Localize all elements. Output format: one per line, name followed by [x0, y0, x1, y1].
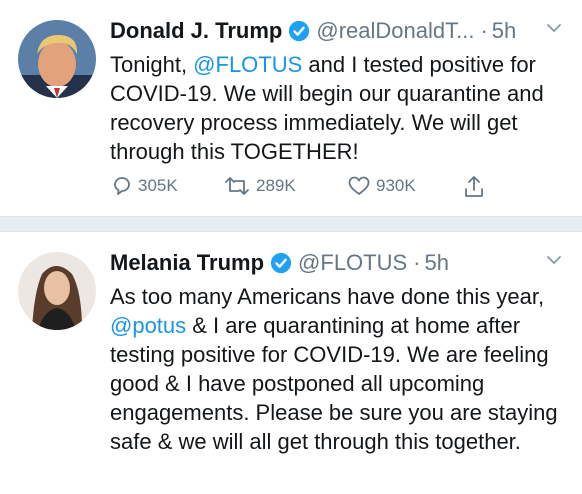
user-handle[interactable]: @realDonaldT...: [316, 18, 474, 44]
display-name[interactable]: Donald J. Trump: [110, 18, 282, 44]
avatar-trump[interactable]: [18, 20, 96, 98]
chevron-down-icon[interactable]: [546, 254, 562, 266]
share-icon: [465, 176, 483, 197]
verified-badge-icon: [289, 20, 310, 42]
separator-dot: ·: [480, 18, 488, 43]
tweet-flotus[interactable]: Melania Trump @FLOTUS · 5h As too many A…: [0, 232, 582, 494]
user-handle[interactable]: @FLOTUS: [298, 250, 407, 276]
timestamp[interactable]: 5h: [492, 18, 516, 44]
tweet-text: As too many Americans have done this yea…: [110, 282, 568, 456]
separator-dot: ·: [413, 250, 421, 275]
mention-link[interactable]: @FLOTUS: [193, 52, 302, 77]
retweet-button[interactable]: 289K: [222, 174, 296, 198]
retweet-icon: [225, 177, 249, 195]
mention-link[interactable]: @potus: [110, 313, 186, 338]
heart-icon: [348, 176, 370, 195]
retweet-count: 289K: [256, 176, 296, 195]
share-button[interactable]: [462, 174, 490, 200]
tweet-divider: [0, 216, 582, 232]
avatar-melania[interactable]: [18, 252, 96, 330]
reply-icon: [114, 177, 130, 195]
display-name[interactable]: Melania Trump: [110, 250, 264, 276]
like-count: 930K: [376, 176, 416, 195]
tweet-text-segment: As too many Americans have done this yea…: [110, 284, 545, 309]
timestamp[interactable]: 5h: [425, 250, 449, 276]
tweet-trump[interactable]: Donald J. Trump @realDonaldT... · 5h Ton…: [0, 0, 582, 216]
reply-button[interactable]: 305K: [110, 174, 178, 198]
verified-badge-icon: [270, 252, 292, 274]
tweet-header: Donald J. Trump @realDonaldT... · 5h: [110, 14, 568, 48]
reply-count: 305K: [138, 176, 178, 195]
tweet-text: Tonight, @FLOTUS and I tested positive f…: [110, 50, 568, 166]
tweet-text-segment: Tonight,: [110, 52, 194, 77]
tweet-actions: 305K 289K 930K: [110, 174, 490, 204]
chevron-down-icon[interactable]: [546, 22, 562, 34]
like-button[interactable]: 930K: [346, 174, 416, 198]
tweet-header: Melania Trump @FLOTUS · 5h: [110, 246, 568, 280]
